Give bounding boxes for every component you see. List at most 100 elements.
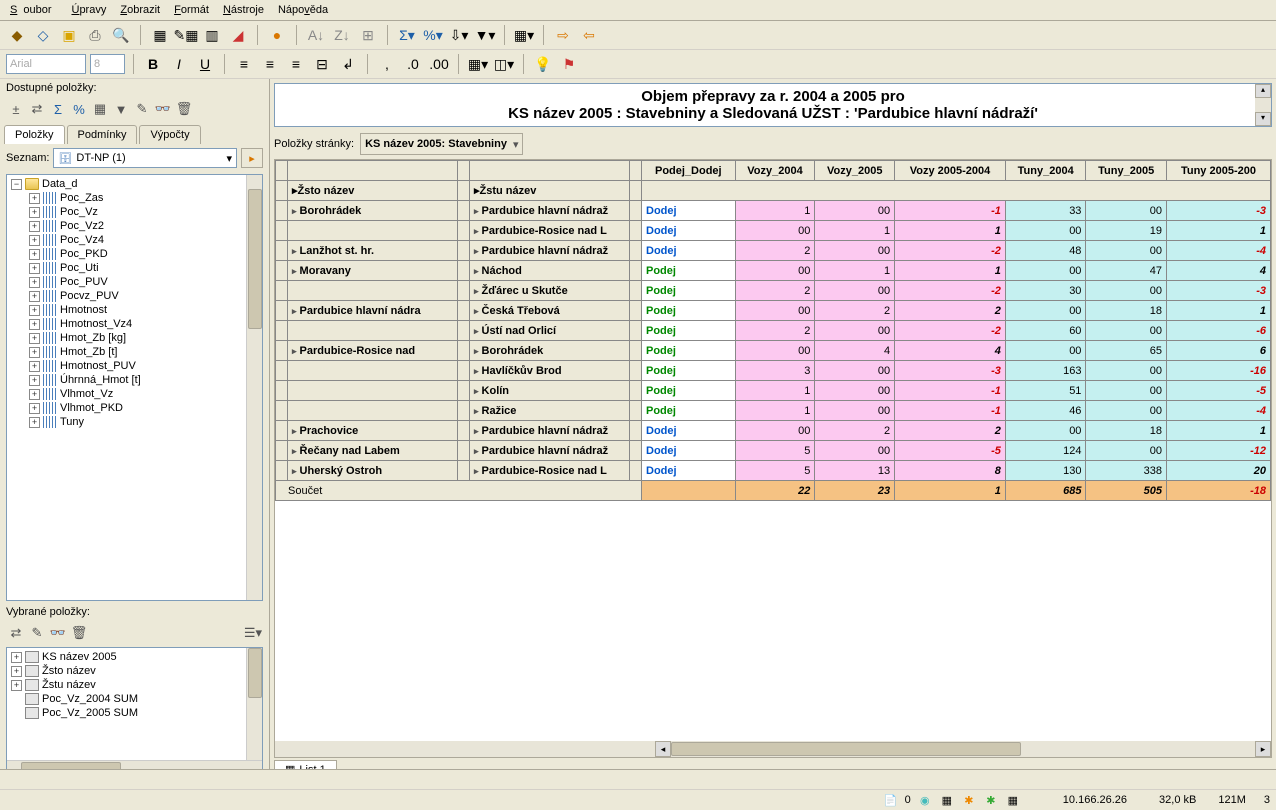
merge-icon[interactable]: ⊟ [311, 53, 333, 75]
comma-icon[interactable]: , [376, 53, 398, 75]
trash-sel-icon[interactable]: 🗑 [69, 623, 89, 643]
tree-scrollbar[interactable] [246, 175, 262, 600]
tree-item[interactable]: +Hmot_Zb [t] [27, 345, 260, 359]
save-icon[interactable]: ▣ [58, 24, 80, 46]
open-icon[interactable]: ◇ [32, 24, 54, 46]
col-vozy-2004[interactable]: Vozy_2004 [735, 161, 815, 181]
status-icon-4[interactable]: ✱ [983, 792, 999, 808]
edit-mini-icon[interactable]: ✎ [132, 99, 152, 119]
stop-icon[interactable]: ⇦ [578, 24, 600, 46]
data-grid[interactable]: Podej_Dodej Vozy_2004 Vozy_2005 Vozy 200… [274, 159, 1272, 758]
table-row[interactable]: ▸Moravany▸NáchodPodej001100474 [276, 261, 1271, 281]
tree-item[interactable]: +Poc_Zas [27, 191, 260, 205]
selected-item[interactable]: +Žstu název [9, 678, 260, 692]
menu-zobrazit[interactable]: Zobrazit [114, 2, 166, 18]
size-select[interactable] [90, 54, 125, 74]
preview-icon[interactable]: 🔍 [110, 24, 132, 46]
tree-item[interactable]: +Hmot_Zb [kg] [27, 331, 260, 345]
table-row[interactable]: ▸Pardubice hlavní nádra▸Česká TřebováPod… [276, 301, 1271, 321]
grid-scrollbar-h[interactable]: ◂ ▸ [275, 741, 1271, 757]
scroll-left-icon[interactable]: ◂ [655, 741, 671, 757]
tree-item[interactable]: +Hmotnost_PUV [27, 359, 260, 373]
col-tuny-diff[interactable]: Tuny 2005-200 [1166, 161, 1270, 181]
align-right-icon[interactable]: ≡ [285, 53, 307, 75]
percent-icon[interactable]: %▾ [422, 24, 444, 46]
format-icon[interactable]: ▦▾ [467, 53, 489, 75]
menu-upravy[interactable]: Úpravy [65, 2, 112, 18]
print-icon[interactable]: ⎙ [84, 24, 106, 46]
table-row[interactable]: ▸KolínPodej100-15100-5 [276, 381, 1271, 401]
table-row[interactable]: ▸Žďárec u SkutčePodej200-23000-3 [276, 281, 1271, 301]
menu-format[interactable]: Formát [168, 2, 215, 18]
align-left-icon[interactable]: ≡ [233, 53, 255, 75]
col-tuny-2004[interactable]: Tuny_2004 [1005, 161, 1086, 181]
selected-item[interactable]: +Žsto název [9, 664, 260, 678]
tab-podminky[interactable]: Podmínky [67, 125, 138, 144]
percent-mini-icon[interactable]: % [69, 99, 89, 119]
sort-desc-icon[interactable]: Z↓ [331, 24, 353, 46]
seznam-select[interactable]: 🗄 DT-NP (1) ▾ [53, 148, 237, 168]
align-center-icon[interactable]: ≡ [259, 53, 281, 75]
menu-soubor[interactable]: Soubor [4, 2, 63, 18]
italic-icon[interactable]: I [168, 53, 190, 75]
items-tree[interactable]: −Data_d +Poc_Zas+Poc_Vz+Poc_Vz2+Poc_Vz4+… [6, 174, 263, 601]
rowhdr-zstu[interactable]: ▸Žstu název [470, 181, 630, 201]
flag-icon[interactable]: ⚑ [558, 53, 580, 75]
table-icon[interactable]: ▦ [149, 24, 171, 46]
table-row[interactable]: ▸Pardubice-Rosice nad LDodej001100191 [276, 221, 1271, 241]
col-podej-dodej[interactable]: Podej_Dodej [642, 161, 736, 181]
props-icon[interactable]: ▦ [90, 99, 110, 119]
table-row[interactable]: ▸Ústí nad OrlicíPodej200-26000-6 [276, 321, 1271, 341]
export-icon[interactable]: ▦▾ [513, 24, 535, 46]
table-row[interactable]: ▸Prachovice▸Pardubice hlavní nádražDodej… [276, 421, 1271, 441]
refresh-icon[interactable]: ● [266, 24, 288, 46]
selected-tree[interactable]: +KS název 2005+Žsto název+Žstu názevPoc_… [6, 647, 263, 777]
trash-icon[interactable]: 🗑 [174, 99, 194, 119]
selected-scrollbar-v[interactable] [246, 648, 262, 776]
table-row[interactable]: ▸RažicePodej100-14600-4 [276, 401, 1271, 421]
tree-item[interactable]: +Poc_PKD [27, 247, 260, 261]
swap-icon[interactable]: ⇄ [6, 623, 26, 643]
table-row[interactable]: ▸Pardubice-Rosice nad▸BorohrádekPodej004… [276, 341, 1271, 361]
edit-sel-icon[interactable]: ✎ [27, 623, 47, 643]
filter-mini-icon[interactable]: ▼ [111, 99, 131, 119]
rowhdr-zsto[interactable]: ▸Žsto název [288, 181, 458, 201]
sort-asc-icon[interactable]: A↓ [305, 24, 327, 46]
tree-item[interactable]: +Poc_Vz4 [27, 233, 260, 247]
tree-item[interactable]: +Vlhmot_PKD [27, 401, 260, 415]
selected-item[interactable]: Poc_Vz_2004 SUM [9, 692, 260, 706]
drill-icon[interactable]: ⇩▾ [448, 24, 470, 46]
new-icon[interactable]: ◆ [6, 24, 28, 46]
tree-item[interactable]: +Poc_Uti [27, 261, 260, 275]
status-icon-1[interactable]: ◉ [917, 792, 933, 808]
col-vozy-diff[interactable]: Vozy 2005-2004 [895, 161, 1006, 181]
page-filter[interactable]: KS název 2005: Stavebniny▾ [360, 133, 523, 155]
tree-item[interactable]: +Poc_Vz [27, 205, 260, 219]
underline-icon[interactable]: U [194, 53, 216, 75]
run-icon[interactable]: ⇨ [552, 24, 574, 46]
status-icon-5[interactable]: ▦ [1005, 792, 1021, 808]
font-select[interactable] [6, 54, 86, 74]
wrap-icon[interactable]: ↲ [337, 53, 359, 75]
status-icon-3[interactable]: ✱ [961, 792, 977, 808]
tree-root[interactable]: −Data_d [9, 177, 260, 191]
tree-item[interactable]: +Poc_PUV [27, 275, 260, 289]
list-view-icon[interactable]: ☰▾ [243, 623, 263, 643]
group-icon[interactable]: ⊞ [357, 24, 379, 46]
filter-icon[interactable]: ▼▾ [474, 24, 496, 46]
glasses-icon[interactable]: 👓 [153, 99, 173, 119]
edit-icon[interactable]: ✎▦ [175, 24, 197, 46]
decimal-dec-icon[interactable]: .00 [428, 53, 450, 75]
menu-nastroje[interactable]: Nástroje [217, 2, 270, 18]
table-row[interactable]: ▸Havlíčkův BrodPodej300-316300-16 [276, 361, 1271, 381]
seznam-go-button[interactable]: ▸ [241, 148, 263, 168]
decimal-inc-icon[interactable]: .0 [402, 53, 424, 75]
remove-icon[interactable]: ⇄ [27, 99, 47, 119]
title-scrollbar[interactable]: ▴ ▾ [1255, 84, 1271, 126]
sum-mini-icon[interactable]: Σ [48, 99, 68, 119]
chart-icon[interactable]: ◢ [227, 24, 249, 46]
tab-vypocty[interactable]: Výpočty [139, 125, 200, 144]
tree-item[interactable]: +Úhrnná_Hmot [t] [27, 373, 260, 387]
style-icon[interactable]: ◫▾ [493, 53, 515, 75]
menu-napoveda[interactable]: Nápověda [272, 2, 334, 18]
